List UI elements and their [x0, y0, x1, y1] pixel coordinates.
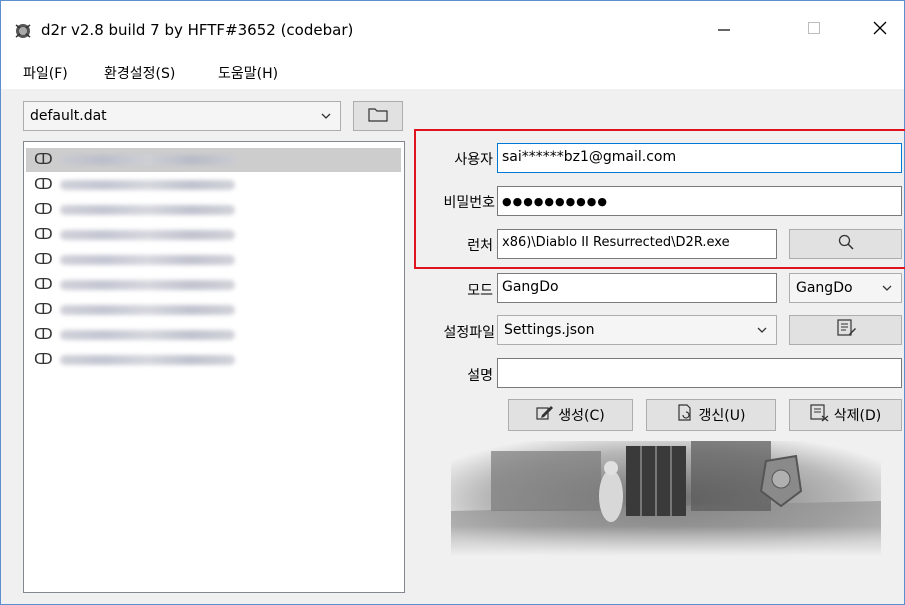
open-folder-button[interactable]	[353, 101, 403, 131]
link-icon: ↀ	[34, 200, 53, 218]
list-item[interactable]: ↀ	[26, 198, 401, 222]
password-field-value: ●●●●●●●●●●	[502, 195, 608, 208]
description-label: 설명	[467, 368, 493, 384]
list-item[interactable]: ↀ	[26, 273, 401, 297]
masked-account-name	[60, 305, 235, 315]
menu-settings[interactable]: 환경설정(S)	[104, 63, 175, 83]
list-item[interactable]: ↀ	[26, 348, 401, 372]
profile-select-value: default.dat	[30, 108, 107, 124]
search-icon	[837, 233, 855, 255]
chevron-down-icon	[756, 320, 768, 344]
window-title: d2r v2.8 build 7 by HFTF#3652 (codebar)	[41, 21, 354, 39]
mode-label: 모드	[467, 283, 493, 299]
chevron-down-icon	[881, 278, 893, 302]
refresh-document-icon	[677, 404, 695, 426]
link-icon: ↀ	[34, 275, 53, 293]
masked-account-name	[60, 205, 235, 215]
diablo-banner-image	[451, 441, 881, 556]
edit-icon	[536, 405, 554, 425]
update-button[interactable]: 갱신(U)	[646, 399, 776, 431]
delete-document-icon	[810, 404, 830, 426]
app-window: d2r v2.8 build 7 by HFTF#3652 (codebar) …	[0, 0, 905, 605]
masked-account-name	[60, 280, 235, 290]
masked-account-name	[60, 330, 235, 340]
create-button-label: 생성(C)	[558, 408, 605, 424]
masked-account-name	[60, 255, 235, 265]
list-item[interactable]: ↀ	[26, 173, 401, 197]
masked-account-name	[60, 355, 235, 365]
profile-select[interactable]: default.dat	[23, 101, 341, 131]
link-icon: ↀ	[34, 325, 53, 343]
edit-settings-button[interactable]	[789, 315, 902, 345]
link-icon: ↀ	[34, 150, 53, 168]
mode-field[interactable]: GangDo	[497, 273, 777, 303]
user-field-value: sai******bz1@gmail.com	[502, 149, 677, 165]
list-item[interactable]: ↀ	[26, 298, 401, 322]
mode-field-value: GangDo	[502, 279, 559, 295]
menu-help[interactable]: 도움말(H)	[218, 63, 278, 83]
list-item[interactable]: ↀ	[26, 223, 401, 247]
masked-account-name	[60, 155, 235, 165]
link-icon: ↀ	[34, 225, 53, 243]
user-field[interactable]: sai******bz1@gmail.com	[497, 143, 902, 173]
close-button[interactable]	[857, 13, 903, 47]
menu-file[interactable]: 파일(F)	[23, 63, 68, 83]
update-button-label: 갱신(U)	[698, 408, 746, 424]
edit-document-icon	[835, 318, 857, 342]
user-label: 사용자	[454, 152, 493, 168]
create-button[interactable]: 생성(C)	[508, 399, 633, 431]
maximize-button[interactable]	[791, 13, 837, 47]
app-icon	[14, 22, 32, 44]
settings-file-select[interactable]: Settings.json	[497, 315, 777, 345]
launcher-path-value: x86)\Diablo II Resurrected\D2R.exe	[502, 235, 730, 250]
masked-account-name	[60, 180, 235, 190]
link-icon: ↀ	[34, 300, 53, 318]
mode-select-value: GangDo	[796, 280, 853, 296]
launcher-label: 런처	[467, 238, 493, 254]
description-field[interactable]	[497, 358, 902, 388]
browse-launcher-button[interactable]	[789, 229, 902, 259]
account-list[interactable]: ↀ ↀ ↀ ↀ ↀ ↀ ↀ ↀ ↀ	[23, 141, 405, 593]
masked-account-name	[60, 230, 235, 240]
folder-icon	[367, 105, 389, 127]
minimize-icon	[717, 21, 731, 39]
menu-bar: 파일(F) 환경설정(S) 도움말(H)	[1, 57, 904, 89]
maximize-icon	[807, 21, 821, 39]
password-label: 비밀번호	[443, 195, 495, 211]
chevron-down-icon	[320, 106, 332, 130]
list-item[interactable]: ↀ	[26, 323, 401, 347]
minimize-button[interactable]	[701, 13, 747, 47]
settings-label: 설정파일	[443, 325, 495, 341]
title-bar: d2r v2.8 build 7 by HFTF#3652 (codebar)	[1, 1, 904, 57]
close-icon	[873, 21, 887, 39]
link-icon: ↀ	[34, 350, 53, 368]
link-icon: ↀ	[34, 250, 53, 268]
launcher-path-field[interactable]: x86)\Diablo II Resurrected\D2R.exe	[497, 229, 777, 259]
delete-button[interactable]: 삭제(D)	[789, 399, 902, 431]
link-icon: ↀ	[34, 175, 53, 193]
list-item[interactable]: ↀ	[26, 148, 401, 172]
list-item[interactable]: ↀ	[26, 248, 401, 272]
delete-button-label: 삭제(D)	[833, 408, 882, 424]
settings-file-value: Settings.json	[504, 322, 595, 338]
mode-select[interactable]: GangDo	[789, 273, 902, 303]
password-field[interactable]: ●●●●●●●●●●	[497, 186, 902, 216]
